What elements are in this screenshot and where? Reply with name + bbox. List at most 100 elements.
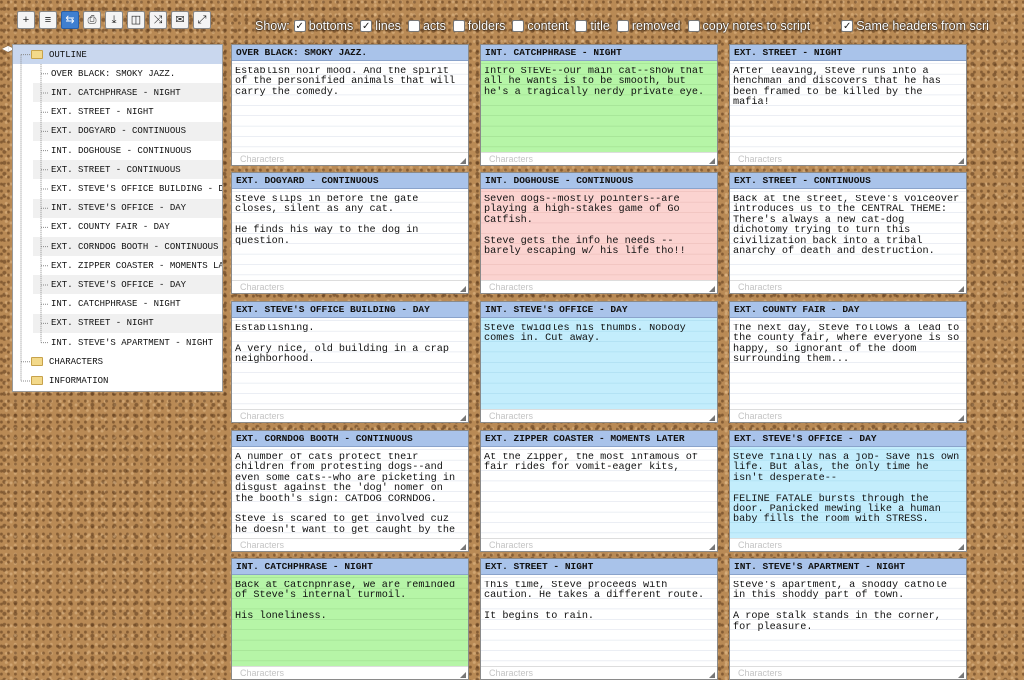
outline-item[interactable]: INT. CATCHPHRASE - NIGHT — [33, 295, 222, 314]
show-title-checkbox[interactable] — [575, 20, 588, 32]
show-acts-option[interactable]: acts — [407, 19, 446, 33]
card-body[interactable]: The next day, Steve follows a lead to th… — [733, 324, 962, 409]
card-title[interactable]: INT. STEVE'S OFFICE - DAY — [481, 302, 717, 318]
card-body[interactable]: A number of cats protect their children … — [235, 453, 464, 538]
characters-folder[interactable]: CHARACTERS — [13, 352, 222, 371]
copy-notes-checkbox[interactable] — [687, 20, 700, 32]
outline-item[interactable]: EXT. STREET - NIGHT — [33, 103, 222, 122]
outline-item[interactable]: EXT. DOGYARD - CONTINUOUS — [33, 121, 222, 141]
show-title-option[interactable]: title — [575, 19, 610, 33]
resize-grip-icon[interactable] — [958, 286, 964, 292]
card-title[interactable]: EXT. STREET - NIGHT — [730, 45, 966, 61]
card-title[interactable]: EXT. ZIPPER COASTER - MOMENTS LATER — [481, 431, 717, 447]
scene-card[interactable]: EXT. STEVE'S OFFICE BUILDING - DAY Establ… — [231, 301, 469, 423]
print-button[interactable]: ⎙ — [83, 11, 101, 29]
card-body[interactable]: Steve twiddles his thumbs. Nobody comes … — [484, 324, 713, 409]
card-body[interactable]: Intro STEVE--our main cat--show that all… — [484, 67, 713, 152]
resize-grip-icon[interactable] — [460, 286, 466, 292]
characters-field[interactable]: Characters — [232, 666, 468, 679]
characters-field[interactable]: Characters — [730, 280, 966, 293]
card-body[interactable]: After leaving, Steve runs into a henchma… — [733, 67, 962, 152]
card-body[interactable]: Steve's apartment, a shoddy cathole in t… — [733, 581, 962, 666]
characters-field[interactable]: Characters — [730, 152, 966, 165]
show-acts-checkbox[interactable] — [407, 20, 420, 32]
card-title[interactable]: EXT. CORNDOG BOOTH - CONTINUOUS — [232, 431, 468, 447]
outline-item[interactable]: EXT. STREET - NIGHT — [33, 313, 222, 333]
email-button[interactable]: ✉ — [171, 11, 189, 29]
card-title[interactable]: INT. DOGHOUSE - CONTINUOUS — [481, 173, 717, 189]
outline-item[interactable]: INT. STEVE'S OFFICE - DAY — [33, 198, 222, 218]
resize-grip-icon[interactable] — [460, 544, 466, 550]
characters-field[interactable]: Characters — [481, 152, 717, 165]
resize-grip-icon[interactable] — [709, 158, 715, 164]
card-title[interactable]: INT. STEVE'S APARTMENT - NIGHT — [730, 559, 966, 575]
show-bottoms-checkbox[interactable]: ✓ — [293, 20, 306, 32]
resize-grip-icon[interactable] — [709, 672, 715, 678]
scene-card[interactable]: INT. CATCHPHRASE - NIGHT Back at Catchphr… — [231, 558, 469, 680]
outline-item[interactable]: EXT. STREET - CONTINUOUS — [33, 160, 222, 180]
card-body[interactable]: Steve finally has a job- Save his own li… — [733, 453, 962, 538]
outline-item[interactable]: INT. STEVE'S APARTMENT - NIGHT — [33, 333, 222, 352]
show-folders-checkbox[interactable] — [452, 20, 465, 32]
outline-item[interactable]: EXT. STEVE'S OFFICE - DAY — [33, 275, 222, 295]
show-content-option[interactable]: content — [512, 19, 568, 33]
resize-grip-icon[interactable] — [958, 544, 964, 550]
characters-field[interactable]: Characters — [730, 538, 966, 551]
card-title[interactable]: EXT. COUNTY FAIR - DAY — [730, 302, 966, 318]
card-title[interactable]: INT. CATCHPHRASE - NIGHT — [232, 559, 468, 575]
resize-grip-icon[interactable] — [709, 286, 715, 292]
outline-item[interactable]: EXT. CORNDOG BOOTH - CONTINUOUS — [33, 237, 222, 256]
card-title[interactable]: EXT. STREET - CONTINUOUS — [730, 173, 966, 189]
outline-item[interactable]: INT. DOGHOUSE - CONTINUOUS — [33, 141, 222, 160]
columns-button[interactable]: ◫ — [127, 11, 145, 29]
characters-field[interactable]: Characters — [730, 409, 966, 422]
show-lines-option[interactable]: ✓ lines — [360, 19, 401, 33]
scene-card[interactable]: EXT. STEVE'S OFFICE - DAY Steve finally h… — [729, 430, 967, 552]
same-headers-option[interactable]: ✓ Same headers from scri — [841, 19, 989, 33]
add-card-button[interactable]: + — [17, 11, 35, 29]
characters-field[interactable]: Characters — [232, 280, 468, 293]
card-body[interactable]: Establishing. A very nice, old building i… — [235, 324, 464, 409]
card-body[interactable]: At the Zipper, the most infamous of fair… — [484, 453, 713, 538]
swap-button[interactable]: ⇆ — [61, 11, 79, 29]
card-title[interactable]: INT. CATCHPHRASE - NIGHT — [481, 45, 717, 61]
scene-card[interactable]: EXT. STREET - CONTINUOUS Back at the stre… — [729, 172, 967, 294]
copy-notes-option[interactable]: copy notes to script — [687, 19, 810, 33]
scene-card[interactable]: EXT. COUNTY FAIR - DAY The next day, Stev… — [729, 301, 967, 423]
fullscreen-button[interactable]: ⤢ — [193, 11, 211, 29]
scene-card[interactable]: EXT. DOGYARD - CONTINUOUS Steve slips in … — [231, 172, 469, 294]
scene-card[interactable]: INT. CATCHPHRASE - NIGHT Intro STEVE--our… — [480, 44, 718, 166]
card-title[interactable]: EXT. STEVE'S OFFICE BUILDING - DAY — [232, 302, 468, 318]
outline-item[interactable]: EXT. ZIPPER COASTER - MOMENTS LATER — [33, 256, 222, 275]
show-lines-checkbox[interactable]: ✓ — [360, 20, 373, 32]
characters-field[interactable]: Characters — [730, 666, 966, 679]
card-body[interactable]: Establish noir mood. And the spirit of t… — [235, 67, 464, 152]
card-title[interactable]: EXT. STREET - NIGHT — [481, 559, 717, 575]
outline-folder[interactable]: OUTLINE — [13, 45, 222, 64]
card-body[interactable]: Back at Catchphrase, we are reminded of … — [235, 581, 464, 666]
resize-grip-icon[interactable] — [460, 672, 466, 678]
shuffle-button[interactable]: ⤨ — [149, 11, 167, 29]
characters-field[interactable]: Characters — [232, 409, 468, 422]
card-body[interactable]: This time, Steve proceeds with caution. … — [484, 581, 713, 666]
card-body[interactable]: Steve slips in before the gate closes, s… — [235, 195, 464, 280]
scene-card[interactable]: INT. STEVE'S APARTMENT - NIGHT Steve's ap… — [729, 558, 967, 680]
show-removed-checkbox[interactable] — [616, 20, 629, 32]
outline-item[interactable]: EXT. COUNTY FAIR - DAY — [33, 218, 222, 237]
resize-grip-icon[interactable] — [460, 415, 466, 421]
scene-card[interactable]: EXT. STREET - NIGHT After leaving, Steve … — [729, 44, 967, 166]
resize-grip-icon[interactable] — [709, 544, 715, 550]
scene-card[interactable]: INT. STEVE'S OFFICE - DAY Steve twiddles … — [480, 301, 718, 423]
resize-grip-icon[interactable] — [958, 672, 964, 678]
characters-field[interactable]: Characters — [481, 280, 717, 293]
card-body[interactable]: Seven dogs--mostly pointers--are playing… — [484, 195, 713, 280]
show-removed-option[interactable]: removed — [616, 19, 681, 33]
characters-field[interactable]: Characters — [232, 538, 468, 551]
show-bottoms-option[interactable]: ✓ bottoms — [293, 19, 353, 33]
resize-grip-icon[interactable] — [709, 415, 715, 421]
card-title[interactable]: EXT. DOGYARD - CONTINUOUS — [232, 173, 468, 189]
outline-item[interactable]: INT. CATCHPHRASE - NIGHT — [33, 83, 222, 103]
card-title[interactable]: OVER BLACK: SMOKY JAZZ. — [232, 45, 468, 61]
outline-item[interactable]: OVER BLACK: SMOKY JAZZ. — [33, 64, 222, 83]
characters-field[interactable]: Characters — [232, 152, 468, 165]
